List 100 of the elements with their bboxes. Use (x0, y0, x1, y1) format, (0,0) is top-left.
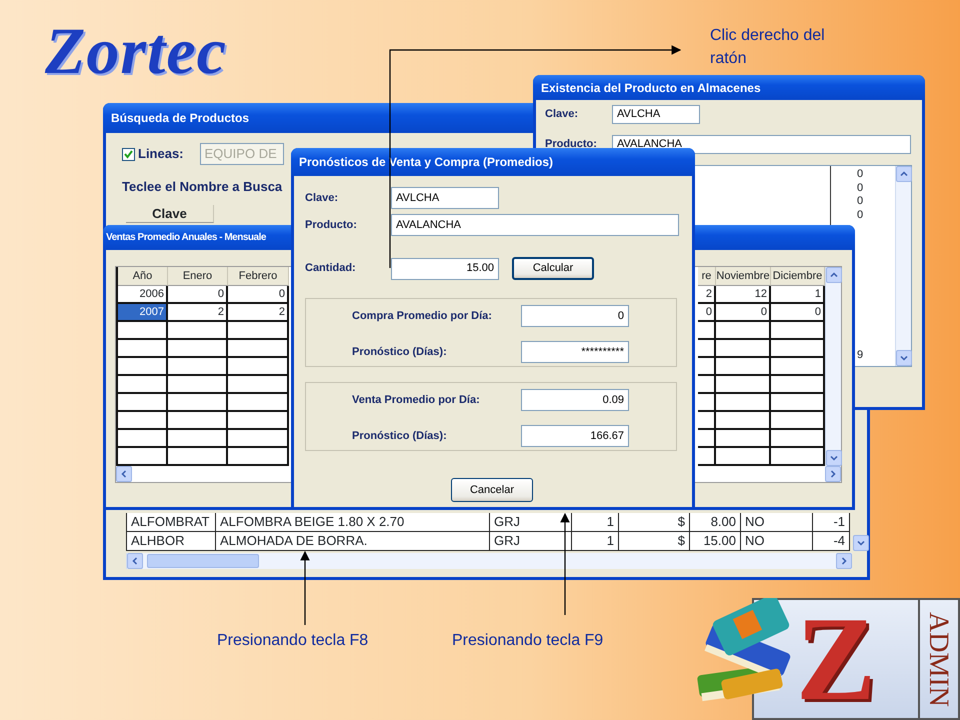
text-field[interactable]: 0 (521, 305, 629, 327)
annotation-text: Clic derecho del ratón (710, 26, 826, 69)
table-cell: 15.00 (690, 532, 741, 551)
field-label: Cantidad: (305, 261, 357, 276)
logo-text: ADMIN (918, 600, 958, 718)
scroll-right-button[interactable] (836, 553, 852, 569)
text-field[interactable]: 0.09 (521, 389, 629, 411)
grid-cell (228, 340, 289, 358)
grid-cell (228, 358, 289, 376)
checkbox-label: Lineas: (138, 145, 184, 164)
column-header: Diciembre (771, 267, 825, 286)
window-title: Existencia del Producto en Almacenes (533, 75, 925, 100)
grid-cell (228, 430, 289, 448)
grid-cell: 2 (228, 304, 289, 322)
stock-value: 0 (857, 182, 864, 195)
grid-cell: 12 (716, 286, 771, 304)
grid-cell: 2007 (118, 304, 168, 322)
column-header: Noviembre (716, 267, 771, 286)
grid-cell (771, 412, 825, 430)
grid-cell (698, 430, 716, 448)
search-label: Teclee el Nombre a Busca (122, 178, 284, 196)
logo-letter: Z (794, 600, 878, 718)
grid-cell (168, 340, 228, 358)
grid-cell: 2 (168, 304, 228, 322)
calculate-button[interactable]: Calcular (512, 257, 594, 280)
field-label: Venta Promedio por Día: (352, 392, 481, 408)
scroll-down-button[interactable] (896, 350, 912, 366)
scroll-up-button[interactable] (826, 267, 842, 283)
grid-cell (168, 376, 228, 394)
text-field[interactable]: 166.67 (521, 425, 629, 447)
grid-cell (716, 448, 771, 466)
table-cell: 1 (572, 513, 619, 532)
table-cell: -4 (813, 532, 850, 551)
grid-cell (168, 394, 228, 412)
cancel-button[interactable]: Cancelar (451, 478, 533, 502)
annotation-text: Presionando tecla F9 (452, 631, 604, 651)
scroll-up-button[interactable] (896, 166, 912, 182)
field-label: Clave: (305, 190, 340, 206)
field-label: Pronóstico (Días): (352, 428, 448, 444)
scroll-right-button[interactable] (825, 466, 841, 482)
grid-cell (716, 430, 771, 448)
grid-cell (168, 322, 228, 340)
text-field[interactable]: AVALANCHA (612, 135, 911, 154)
scroll-left-button[interactable] (127, 553, 143, 569)
column-header: Año (118, 267, 168, 286)
grid-cell (771, 358, 825, 376)
grid-cell (228, 412, 289, 430)
table-cell: ALMOHADA DE BORRA. (216, 532, 490, 551)
grid-cell (168, 412, 228, 430)
table-cell: ALFOMBRAT (127, 513, 216, 532)
grid-cell (771, 340, 825, 358)
stock-value: 0 (857, 168, 864, 182)
grid-cell (168, 358, 228, 376)
text-field[interactable]: ********** (521, 341, 629, 363)
text-field[interactable]: AVLCHA (391, 187, 499, 209)
grid-cell (771, 448, 825, 466)
vertical-scrollbar[interactable] (895, 166, 911, 366)
text-field[interactable]: AVALANCHA (391, 214, 679, 236)
grid-cell (698, 394, 716, 412)
grid-cell (771, 376, 825, 394)
stock-value: 0 (857, 195, 864, 208)
grid-cell (698, 322, 716, 340)
grid-cell: 0 (771, 304, 825, 322)
scroll-down-button[interactable] (826, 450, 842, 466)
table-cell: $ (619, 513, 690, 532)
grid-cell (168, 448, 228, 466)
scroll-thumb[interactable] (147, 554, 259, 568)
grid-cell (716, 412, 771, 430)
column-header: Enero (168, 267, 228, 286)
grid-cell (716, 322, 771, 340)
scroll-down-button[interactable] (853, 535, 869, 551)
table-cell: NO (741, 532, 813, 551)
grid-cell (698, 412, 716, 430)
table-cell: NO (741, 513, 813, 532)
grid-cell (228, 394, 289, 412)
field-label: Pronóstico (Días): (352, 344, 448, 360)
column-header: Febrero (228, 267, 289, 286)
table-cell: 8.00 (690, 513, 741, 532)
table-cell: GRJ (490, 513, 572, 532)
table-cell: ALHBOR (127, 532, 216, 551)
scroll-left-button[interactable] (116, 466, 132, 482)
zortec-logo: Zortec (45, 14, 227, 90)
annotation-text: Presionando tecla F8 (217, 631, 370, 651)
grid-cell: 0 (698, 304, 716, 322)
vertical-scrollbar[interactable] (825, 267, 841, 466)
column-header: re (698, 267, 716, 286)
grid-cell: 0 (168, 286, 228, 304)
text-field[interactable]: 15.00 (391, 258, 499, 280)
field-label: Clave: (545, 107, 580, 122)
grid-cell (698, 340, 716, 358)
grid-cell (168, 430, 228, 448)
horizontal-scrollbar[interactable] (126, 553, 852, 569)
grid-cell: 1 (771, 286, 825, 304)
stock-value: 0 (857, 208, 864, 222)
table-cell: $ (619, 532, 690, 551)
grid-cell: 0 (228, 286, 289, 304)
text-field[interactable]: AVLCHA (612, 105, 700, 124)
table-cell: -1 (813, 513, 850, 532)
grid-cell (771, 322, 825, 340)
grid-cell: 0 (716, 304, 771, 322)
